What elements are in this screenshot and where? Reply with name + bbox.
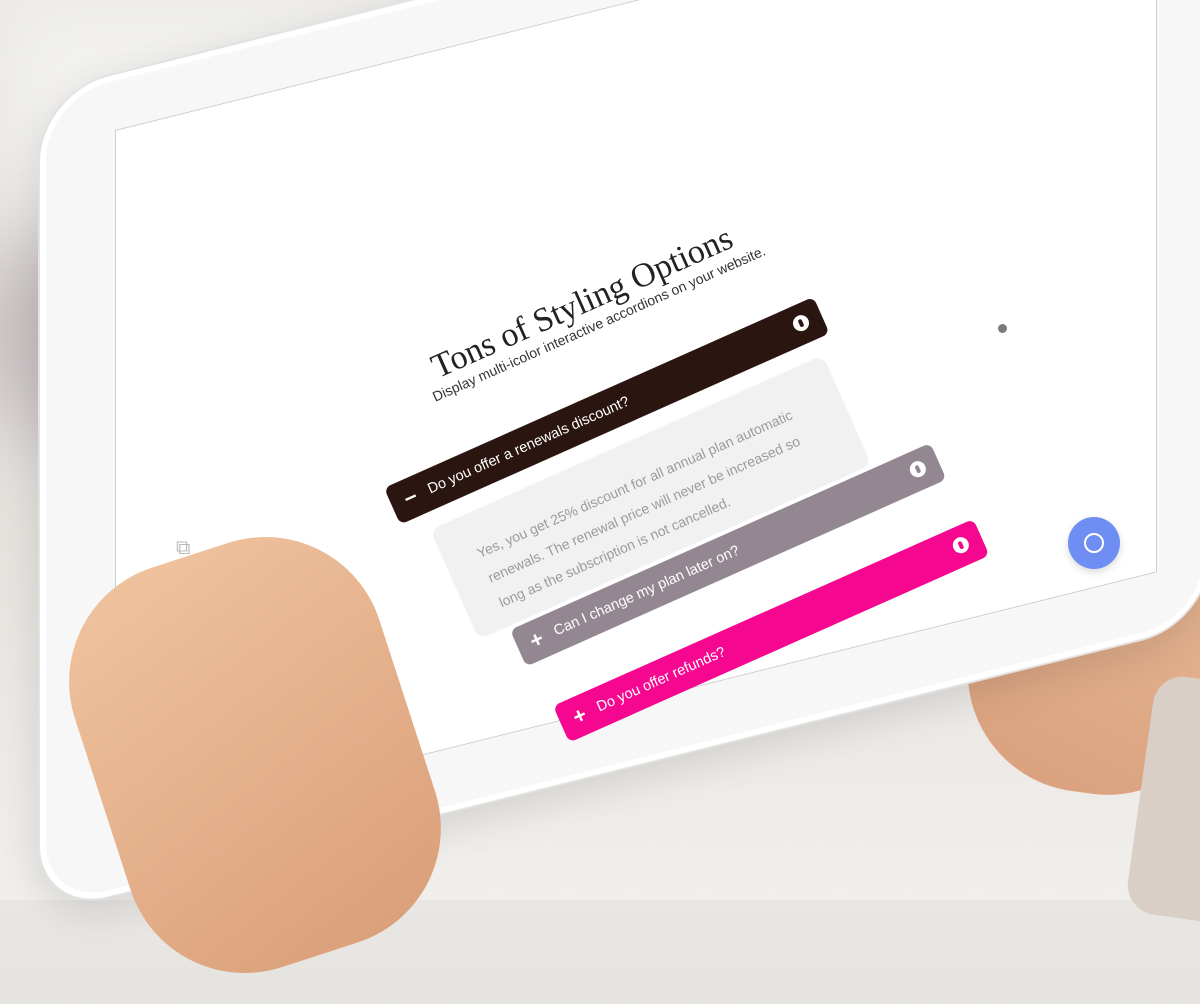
toggle-knob-icon — [907, 458, 929, 480]
toggle-knob-icon — [790, 312, 812, 334]
accordion-question: Do you offer refunds? — [594, 644, 729, 716]
chat-bubble-icon — [1084, 533, 1104, 553]
chat-widget-button[interactable] — [1068, 517, 1120, 569]
toggle-knob-icon — [950, 534, 972, 556]
accordion-page: Tons of Styling Options Display multi-ic… — [0, 0, 1200, 900]
